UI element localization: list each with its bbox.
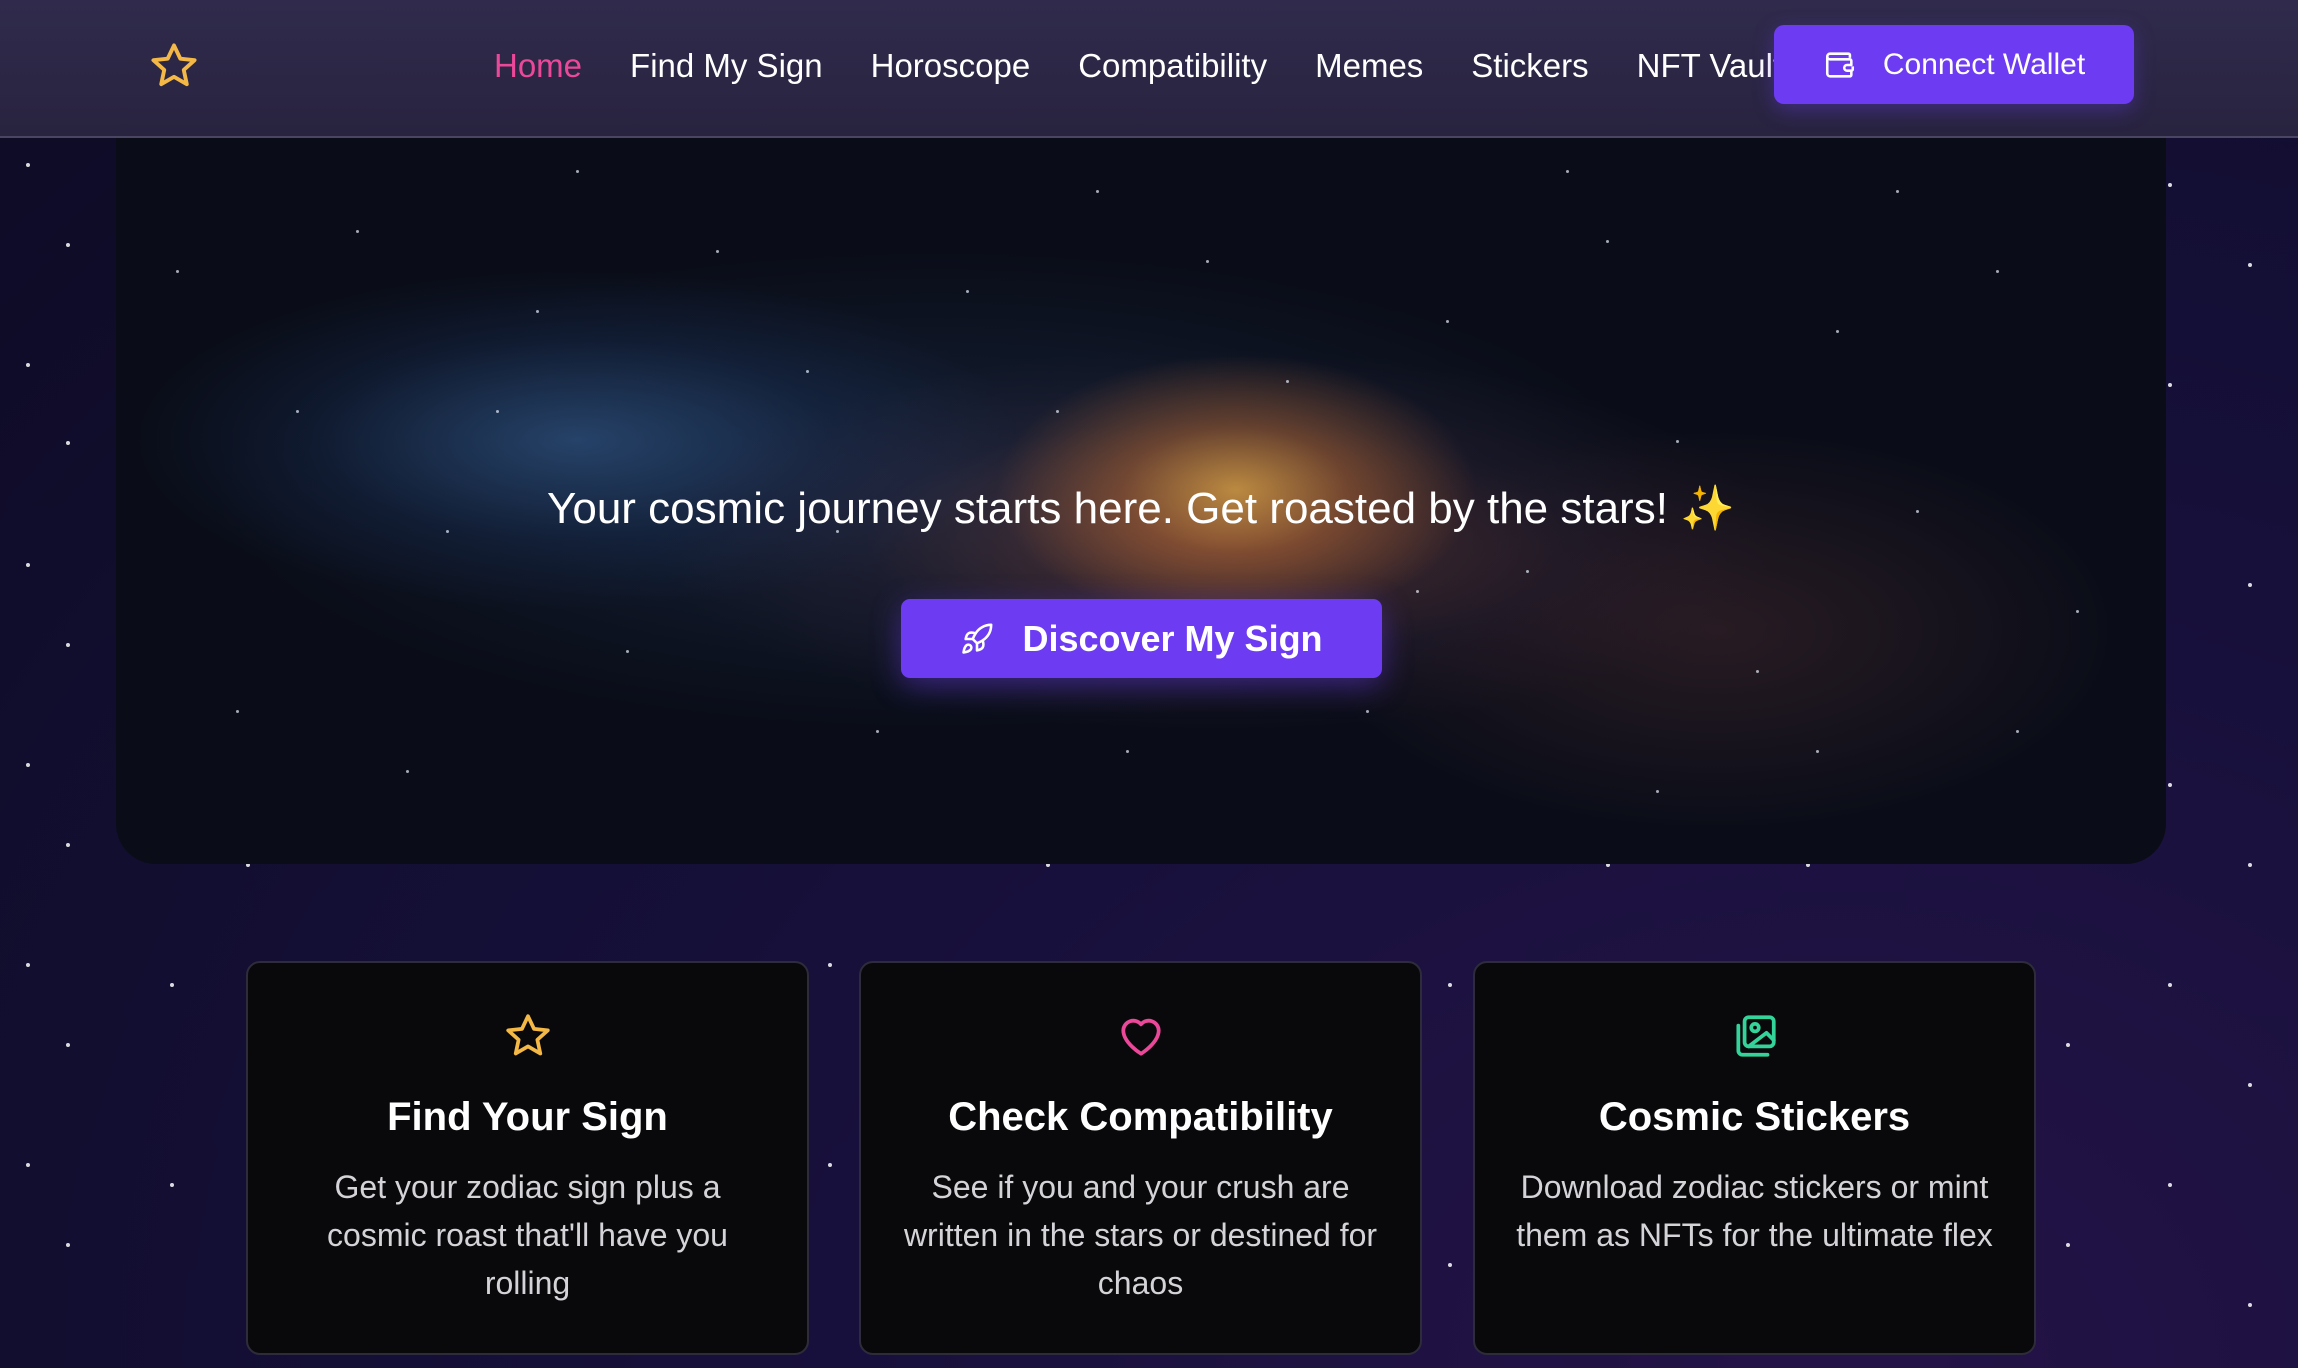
discover-my-sign-label: Discover My Sign xyxy=(1022,617,1323,659)
card-description: Get your zodiac sign plus a cosmic roast… xyxy=(327,1169,728,1301)
card-title: Cosmic Stickers xyxy=(1598,1095,1911,1139)
feature-card-find-your-sign[interactable]: Find Your Sign Get your zodiac sign plus… xyxy=(246,961,809,1355)
nav-link-memes[interactable]: Memes xyxy=(1315,47,1423,85)
nav-link-nft-vault[interactable]: NFT Vault xyxy=(1637,47,1783,85)
connect-wallet-label: Connect Wallet xyxy=(1882,47,2086,81)
image-gallery-icon xyxy=(1735,1015,1776,1057)
card-description: Download zodiac stickers or mint them as… xyxy=(1516,1169,1993,1253)
nav-link-horoscope[interactable]: Horoscope xyxy=(871,47,1031,85)
nav-link-stickers[interactable]: Stickers xyxy=(1471,47,1588,85)
wallet-icon xyxy=(1825,51,1854,78)
nav-link-find-my-sign[interactable]: Find My Sign xyxy=(630,47,823,85)
heart-icon xyxy=(1120,1018,1161,1056)
hero-tagline: Your cosmic journey starts here. Get roa… xyxy=(547,484,1735,533)
rocket-icon xyxy=(962,623,993,654)
card-title: Find Your Sign xyxy=(387,1095,668,1139)
nav-link-home[interactable]: Home xyxy=(494,47,582,85)
star-icon[interactable] xyxy=(148,40,200,92)
top-navbar: Home Find My Sign Horoscope Compatibilit… xyxy=(0,0,2298,138)
card-description: See if you and your crush are written in… xyxy=(903,1169,1378,1301)
discover-my-sign-button[interactable]: Discover My Sign xyxy=(901,599,1382,678)
connect-wallet-button[interactable]: Connect Wallet xyxy=(1774,25,2134,104)
star-icon xyxy=(505,1014,550,1056)
card-title: Check Compatibility xyxy=(948,1095,1333,1139)
nav-links: Home Find My Sign Horoscope Compatibilit… xyxy=(494,0,1830,132)
feature-card-check-compatibility[interactable]: Check Compatibility See if you and your … xyxy=(859,961,1422,1355)
nav-link-compatibility[interactable]: Compatibility xyxy=(1078,47,1267,85)
hero-banner: Your cosmic journey starts here. Get roa… xyxy=(116,110,2166,864)
feature-card-cosmic-stickers[interactable]: Cosmic Stickers Download zodiac stickers… xyxy=(1473,961,2036,1355)
